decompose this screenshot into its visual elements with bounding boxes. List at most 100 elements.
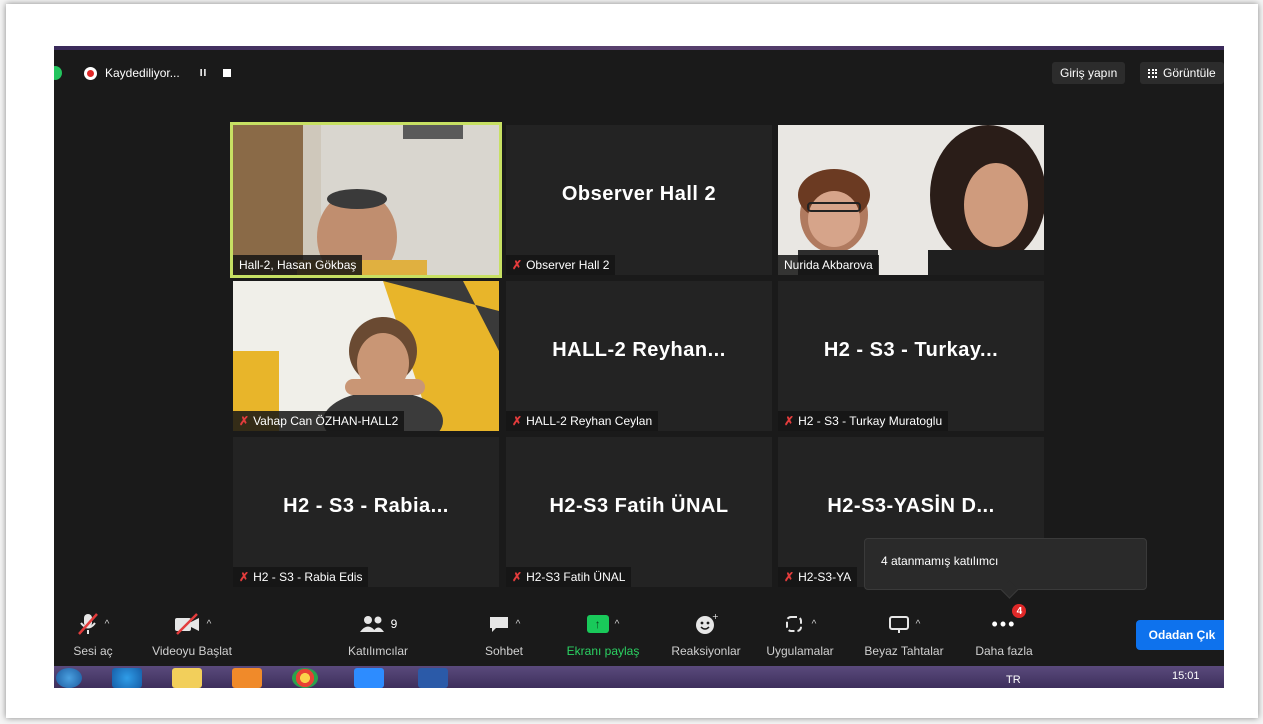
- nametag-fatih: ✗ H2-S3 Fatih ÜNAL: [506, 567, 632, 587]
- recording-indicator: Kaydediliyor... II: [84, 62, 232, 84]
- media-player-icon[interactable]: [232, 668, 262, 688]
- participants-label: Katılımcılar: [347, 644, 408, 658]
- file-explorer-icon[interactable]: [172, 668, 202, 688]
- view-label: Görüntüle: [1163, 66, 1216, 80]
- signin-button[interactable]: Giriş yapın: [1052, 62, 1126, 84]
- recording-label: Kaydediliyor...: [105, 66, 180, 80]
- stop-recording-button[interactable]: [223, 69, 232, 77]
- zoom-app-icon[interactable]: [354, 668, 384, 688]
- apps-icon: [785, 616, 802, 632]
- camera-feed-vahap: [233, 281, 499, 431]
- apps-caret-icon[interactable]: ^: [812, 619, 817, 630]
- chat-caret-icon[interactable]: ^: [516, 619, 521, 630]
- video-tile-fatih[interactable]: H2-S3 Fatih ÜNAL ✗ H2-S3 Fatih ÜNAL: [506, 437, 772, 587]
- display-name-observer: Observer Hall 2: [561, 183, 717, 205]
- meeting-toolbar: ^ Sesi aç ^ Videoyu Başlat 9 Katılımcıla…: [54, 604, 1224, 666]
- video-tile-vahap[interactable]: ✗ Vahap Can ÖZHAN-HALL2: [233, 281, 499, 431]
- unassigned-participants-tooltip: 4 atanmamış katılımcı: [864, 538, 1147, 590]
- taskbar-clock[interactable]: 15:01: [1172, 670, 1200, 682]
- more-label: Daha fazla: [975, 644, 1033, 658]
- whiteboards-label: Beyaz Tahtalar: [864, 644, 944, 658]
- share-screen-label: Ekranı paylaş: [566, 644, 640, 658]
- camera-feed-nurida: [778, 125, 1044, 275]
- nametag-yasin: ✗ H2-S3-YA: [778, 567, 858, 587]
- unmute-icon-group: ^: [77, 608, 110, 640]
- unmute-button[interactable]: ^ Sesi aç: [58, 608, 128, 666]
- camera-feed-hasan: [233, 125, 499, 275]
- video-icon-group: ^: [173, 608, 212, 640]
- chat-icon-group: ^: [488, 608, 521, 640]
- participants-icon: [359, 616, 384, 632]
- tile-name-reyhan: HALL-2 Reyhan Ceylan: [526, 414, 653, 428]
- security-shield-icon[interactable]: [54, 66, 62, 80]
- participants-icon-group: 9: [359, 608, 397, 640]
- video-tile-observer[interactable]: Observer Hall 2 ✗ Observer Hall 2: [506, 125, 772, 275]
- windows-taskbar: TR 15:01: [54, 666, 1224, 688]
- tooltip-text: 4 atanmamış katılımcı: [881, 554, 999, 568]
- mic-muted-icon: ✗: [784, 414, 795, 428]
- share-icon-group: ↑ ^: [586, 608, 620, 640]
- unmute-caret-icon[interactable]: ^: [105, 619, 110, 630]
- reactions-icon-group: +: [694, 608, 718, 640]
- chat-icon: [489, 617, 508, 632]
- video-off-icon: [174, 613, 199, 635]
- grid-view-icon: [1148, 68, 1157, 78]
- view-button[interactable]: Görüntüle: [1140, 62, 1224, 84]
- nametag-nurida: Nurida Akbarova: [778, 255, 879, 275]
- display-name-fatih: H2-S3 Fatih ÜNAL: [549, 495, 729, 517]
- video-tile-hasan[interactable]: Hall-2, Hasan Gökbaş: [230, 122, 502, 278]
- whiteboards-button[interactable]: ^ Beyaz Tahtalar: [854, 608, 954, 666]
- nametag-vahap: ✗ Vahap Can ÖZHAN-HALL2: [233, 411, 405, 431]
- word-app-icon[interactable]: [418, 668, 448, 688]
- leave-room-button[interactable]: Odadan Çık: [1136, 620, 1224, 650]
- video-tile-turkay[interactable]: H2 - S3 - Turkay... ✗ H2 - S3 - Turkay M…: [778, 281, 1044, 431]
- tile-name-rabia: H2 - S3 - Rabia Edis: [253, 570, 363, 584]
- tile-name-observer: Observer Hall 2: [526, 258, 610, 272]
- start-video-label: Videoyu Başlat: [152, 644, 232, 658]
- display-name-yasin: H2-S3-YASİN D...: [827, 495, 995, 517]
- reactions-button[interactable]: + Reaksiyonlar: [664, 608, 748, 666]
- video-tile-rabia[interactable]: H2 - S3 - Rabia... ✗ H2 - S3 - Rabia Edi…: [233, 437, 499, 587]
- start-video-button[interactable]: ^ Videoyu Başlat: [142, 608, 242, 666]
- mic-muted-icon: ✗: [784, 570, 795, 584]
- tile-name-yasin: H2-S3-YA: [798, 570, 852, 584]
- share-screen-icon: ↑: [586, 615, 609, 633]
- tile-name-turkay: H2 - S3 - Turkay Muratoglu: [798, 414, 943, 428]
- video-caret-icon[interactable]: ^: [207, 619, 212, 630]
- mic-muted-icon: ✗: [239, 570, 250, 584]
- more-icon-group: ••• 4: [992, 604, 1027, 640]
- video-tile-reyhan[interactable]: HALL-2 Reyhan... ✗ HALL-2 Reyhan Ceylan: [506, 281, 772, 431]
- leave-room-label: Odadan Çık: [1148, 628, 1216, 642]
- more-button[interactable]: ••• 4 Daha fazla: [966, 604, 1042, 666]
- tile-name-hasan: Hall-2, Hasan Gökbaş: [239, 258, 357, 272]
- apps-icon-group: ^: [784, 608, 817, 640]
- reactions-label: Reaksiyonlar: [671, 644, 741, 658]
- language-indicator[interactable]: TR: [1006, 674, 1021, 686]
- participants-button[interactable]: 9 Katılımcılar: [338, 608, 418, 666]
- record-icon: [84, 66, 97, 80]
- mic-muted-icon: ✗: [512, 258, 523, 272]
- mic-muted-icon: ✗: [512, 414, 523, 428]
- chat-button[interactable]: ^ Sohbet: [474, 608, 534, 666]
- whiteboard-icon: [888, 616, 909, 633]
- start-menu-icon[interactable]: [56, 668, 82, 688]
- apps-label: Uygulamalar: [766, 644, 834, 658]
- mic-off-icon: [77, 613, 98, 635]
- video-tile-nurida[interactable]: Nurida Akbarova: [778, 125, 1044, 275]
- whiteboards-caret-icon[interactable]: ^: [916, 619, 921, 630]
- more-badge: 4: [1012, 604, 1027, 618]
- mic-muted-icon: ✗: [512, 570, 523, 584]
- share-screen-button[interactable]: ↑ ^ Ekranı paylaş: [558, 608, 648, 666]
- tile-name-nurida: Nurida Akbarova: [784, 258, 873, 272]
- internet-explorer-icon[interactable]: [112, 668, 142, 688]
- display-name-rabia: H2 - S3 - Rabia...: [283, 495, 449, 517]
- share-caret-icon[interactable]: ^: [615, 619, 620, 630]
- tile-name-fatih: H2-S3 Fatih ÜNAL: [526, 570, 626, 584]
- chrome-icon[interactable]: [292, 668, 318, 688]
- pause-recording-button[interactable]: II: [200, 68, 208, 79]
- nametag-turkay: ✗ H2 - S3 - Turkay Muratoglu: [778, 411, 949, 431]
- whiteboards-icon-group: ^: [888, 608, 921, 640]
- signin-label: Giriş yapın: [1060, 66, 1118, 80]
- nametag-rabia: ✗ H2 - S3 - Rabia Edis: [233, 567, 369, 587]
- apps-button[interactable]: ^ Uygulamalar: [758, 608, 842, 666]
